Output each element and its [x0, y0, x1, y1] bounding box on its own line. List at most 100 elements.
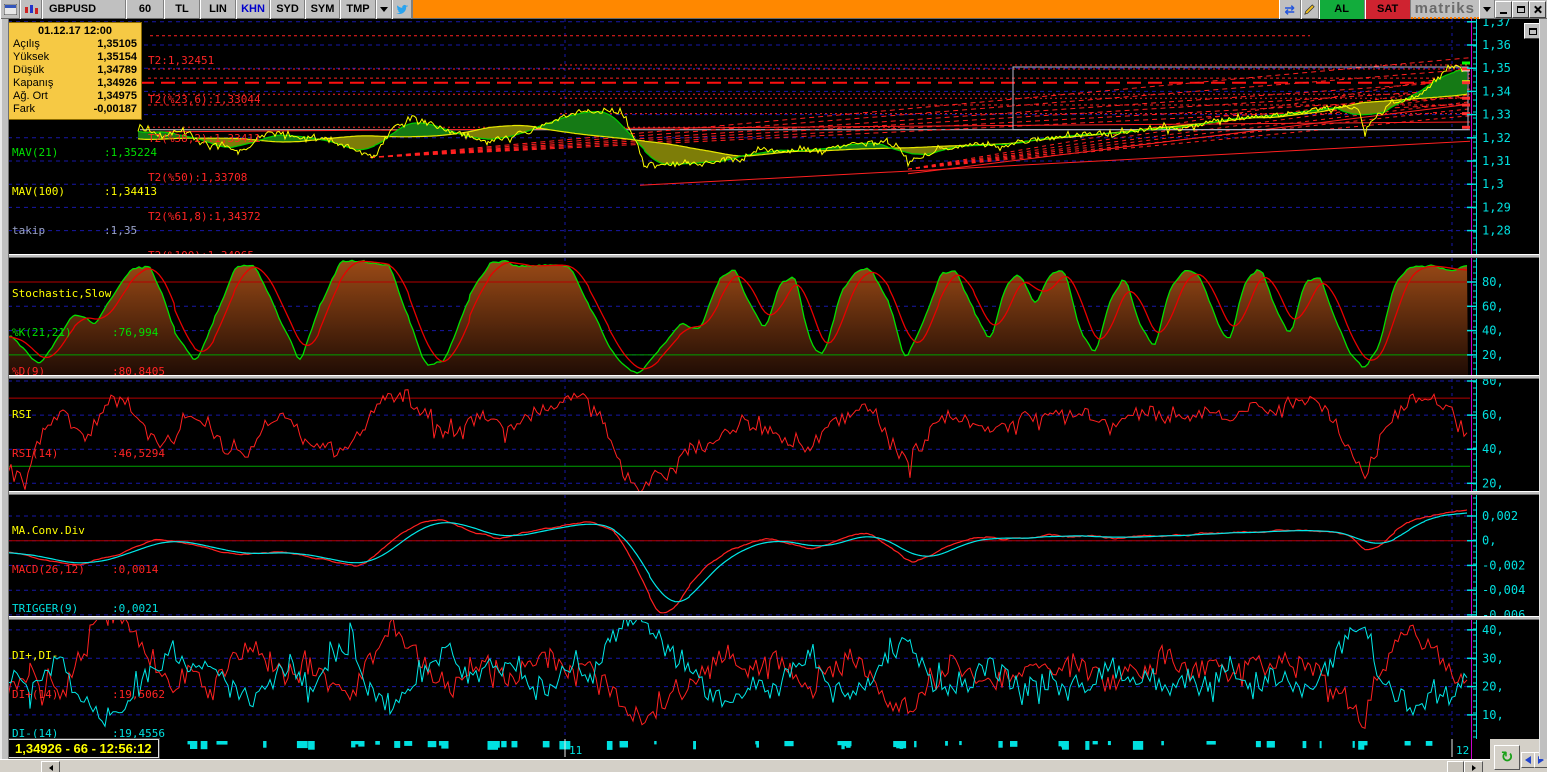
svg-text:20,: 20,	[1482, 680, 1504, 694]
svg-text:80,: 80,	[1482, 275, 1504, 289]
close-row: Kapanış 1,34926	[13, 77, 137, 90]
mav21-row: MAV(21):1,35224	[12, 146, 157, 159]
minimize-button[interactable]	[1495, 1, 1512, 18]
svg-text:1,32: 1,32	[1482, 131, 1511, 145]
change-value: -0,00187	[93, 103, 137, 115]
maximize-icon	[1516, 6, 1525, 13]
rsi-labels: RSI RSI(14):46,5294	[12, 382, 165, 486]
matriks-logo: matriks	[1410, 0, 1479, 19]
mav21-value: :1,35224	[104, 146, 157, 159]
t2-level: T2(%23,6):1,33044	[148, 93, 261, 106]
change-row: Fark -0,00187	[13, 103, 137, 116]
close-value: 1,34926	[97, 77, 137, 89]
takip-row: takip :1,35	[12, 224, 157, 237]
mav100-value: :1,34413	[104, 185, 157, 198]
symbol-field[interactable]: GBPUSD	[42, 0, 126, 19]
refresh-window-button[interactable]: ⇄	[1278, 0, 1301, 19]
page-prev-button[interactable]	[1521, 752, 1535, 768]
t2-level: T2:1,32451	[148, 54, 215, 67]
svg-text:0,: 0,	[1482, 534, 1496, 548]
wavg-row: Ağ. Ort 1,34975	[13, 90, 137, 103]
rsi-chart-canvas[interactable]: 80, 60, 40, 20,	[0, 379, 1539, 491]
rsi-row: RSI(14):46,5294	[12, 447, 165, 460]
scroll-right-button[interactable]	[1464, 761, 1483, 772]
macd-title: MA.Conv.Div	[12, 524, 85, 537]
macd-labels: MA.Conv.Div MACD(26,12):0,0014 TRIGGER(9…	[12, 498, 158, 616]
stochastic-title: Stochastic,Slow	[12, 287, 112, 300]
sym-button[interactable]: SYM	[305, 0, 340, 19]
svg-text:-0,002: -0,002	[1482, 558, 1525, 572]
khn-text: KHN	[241, 3, 265, 15]
twitter-icon	[395, 4, 409, 14]
svg-text:20,: 20,	[1482, 348, 1504, 362]
horizontal-scrollbar[interactable]	[0, 759, 1547, 772]
toolbar-dropdown-button[interactable]	[376, 0, 392, 19]
arrow-right-icon	[1471, 764, 1476, 771]
toolbar: GBPUSD 60 TL LIN KHN SYD SYM TMP ⇄ AL SA…	[0, 0, 1547, 19]
di-labels: DI+,DI- DI+(14):19,5062 DI-(14) :19,4556	[12, 623, 165, 739]
timeline-strip[interactable]: 11 12 1,34926 - 66 - 12:56:12	[0, 738, 1547, 759]
trigger-row: TRIGGER(9):0,0021	[12, 602, 158, 615]
di-title: DI+,DI-	[12, 649, 59, 662]
matriks-chart-window: GBPUSD 60 TL LIN KHN SYD SYM TMP ⇄ AL SA…	[0, 0, 1547, 772]
buy-button[interactable]: AL	[1318, 0, 1365, 19]
rsi-panel: 80, 60, 40, 20, RSI RSI(14):46,5294	[0, 379, 1547, 491]
syd-text: SYD	[276, 3, 299, 15]
stochastic-labels: Stochastic,Slow %K(21,21):76,994 %D(9):8…	[12, 261, 165, 375]
scale-field[interactable]: LIN	[200, 0, 236, 19]
macd-chart-canvas[interactable]: 0,002 0, -0,002 -0,004 -0,006	[0, 495, 1539, 616]
chart-type-button[interactable]	[20, 0, 42, 19]
di-plus-label: DI+(14)	[12, 688, 59, 701]
khn-button[interactable]: KHN	[236, 0, 270, 19]
period-field[interactable]: 60	[126, 0, 164, 19]
takip-label: takip	[12, 224, 46, 237]
takip-value: :1,35	[104, 224, 138, 237]
syd-button[interactable]: SYD	[270, 0, 305, 19]
currency-field[interactable]: TL	[164, 0, 200, 19]
status-readout: 1,34926 - 66 - 12:56:12	[7, 738, 160, 759]
close-icon	[1533, 5, 1542, 14]
draw-tool-button[interactable]	[1300, 0, 1319, 19]
open-row: Açılış 1,35105	[13, 38, 137, 51]
tmp-button[interactable]: TMP	[340, 0, 376, 19]
restore-icon	[1529, 27, 1537, 35]
trigger-label: TRIGGER(9)	[12, 602, 79, 615]
reload-data-button[interactable]: ↻	[1494, 745, 1520, 770]
scrollbar-thumb[interactable]	[1447, 761, 1464, 772]
svg-text:-0,004: -0,004	[1482, 583, 1525, 597]
arrow-left-icon	[48, 764, 53, 771]
sell-button[interactable]: SAT	[1364, 0, 1411, 19]
timeline-canvas: 11 12	[187, 739, 1472, 759]
low-row: Düşük 1,34789	[13, 64, 137, 77]
scroll-left-button[interactable]	[41, 761, 60, 772]
stoch-d-value: :80,8405	[112, 365, 165, 375]
t2-level: T2(%50):1,33708	[148, 171, 248, 184]
di-minus-label: DI-(14)	[12, 727, 59, 739]
maximize-button[interactable]	[1512, 1, 1529, 18]
rsi-value: :46,5294	[112, 447, 165, 460]
low-value: 1,34789	[97, 64, 137, 76]
close-button[interactable]	[1529, 1, 1546, 18]
title-dropdown-button[interactable]	[1479, 0, 1495, 19]
sell-label: SAT	[1377, 3, 1399, 15]
window-layout-icon	[3, 4, 17, 15]
wavg-label: Ağ. Ort	[13, 90, 48, 102]
low-label: Düşük	[13, 64, 45, 76]
stochastic-chart-canvas[interactable]: 80, 60, 40, 20,	[0, 258, 1539, 375]
svg-text:1,29: 1,29	[1482, 200, 1511, 214]
mav100-label: MAV(100)	[12, 185, 65, 198]
di-minus-value: :19,4556	[112, 727, 165, 739]
svg-text:1,3: 1,3	[1482, 177, 1504, 191]
high-label: Yüksek	[13, 51, 50, 63]
twitter-button[interactable]	[392, 0, 412, 19]
wavg-value: 1,34975	[97, 90, 137, 102]
stoch-k-value: :76,994	[112, 326, 159, 339]
bar-datetime: 01.12.17 12:00	[37, 25, 112, 37]
refresh-icon: ⇄	[1284, 2, 1295, 17]
window-layout-button[interactable]	[0, 0, 20, 19]
macd-value: :0,0014	[112, 563, 159, 576]
sym-text: SYM	[310, 3, 335, 15]
di-plus-row: DI+(14):19,5062	[12, 688, 165, 701]
di-chart-canvas[interactable]: 40, 30, 20, 10,	[0, 620, 1539, 739]
svg-text:10,: 10,	[1482, 708, 1504, 722]
